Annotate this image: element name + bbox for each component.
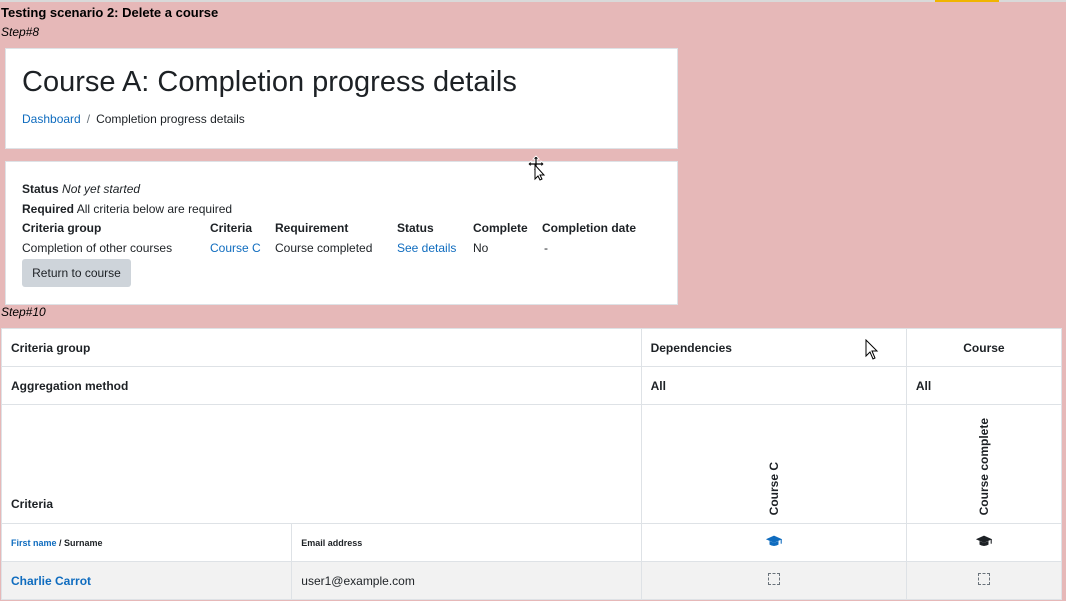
surname-sort-link[interactable]: Surname xyxy=(64,538,103,548)
return-to-course-button[interactable]: Return to course xyxy=(22,259,131,287)
cell-completion-date: - xyxy=(544,241,548,255)
required-line: Required All criteria below are required xyxy=(22,202,232,216)
col-requirement: Requirement xyxy=(275,221,349,235)
pointer-cursor-icon xyxy=(865,339,879,360)
course-c-link[interactable]: Course C xyxy=(210,241,261,255)
criteria-group-heading: Criteria group xyxy=(1,328,642,367)
criteria-heading: Criteria xyxy=(1,404,642,524)
aggregation-heading: Aggregation method xyxy=(1,366,642,405)
first-name-sort-link[interactable]: First name xyxy=(11,538,57,548)
col-criteria-group: Criteria group xyxy=(22,221,102,235)
course-heading: Course xyxy=(905,328,1063,367)
step-10-label: Step#10 xyxy=(1,305,46,319)
criteria-group-row: Criteria group Dependencies Course xyxy=(1,328,1063,367)
criteria-course-complete-cell: Course complete xyxy=(905,404,1063,524)
criteria-course-c: Course C xyxy=(766,461,781,515)
course-complete-icon-cell xyxy=(905,523,1063,562)
col-status: Status xyxy=(397,221,434,235)
user-email-cell: user1@example.com xyxy=(291,561,642,600)
graduation-cap-icon[interactable] xyxy=(765,534,783,548)
checkbox-icon xyxy=(767,573,780,585)
cell-requirement: Course completed xyxy=(275,241,373,255)
user-name-cell: Charlie Carrot xyxy=(0,561,293,600)
col-criteria: Criteria xyxy=(210,221,253,235)
aggregation-course: All xyxy=(905,366,1063,405)
course-c-status-cell xyxy=(640,561,907,600)
status-value: Not yet started xyxy=(62,182,141,196)
col-completion-date: Completion date xyxy=(542,221,637,235)
table-row: Charlie Carrot user1@example.com xyxy=(0,561,1063,600)
move-cursor-icon xyxy=(527,155,546,181)
cell-complete: No xyxy=(473,241,489,255)
breadcrumb-current: Completion progress details xyxy=(96,112,245,126)
completion-report-table: Criteria group Dependencies Course Aggre… xyxy=(0,328,1063,600)
page-title: Course A: Completion progress details xyxy=(22,66,517,98)
required-label: Required xyxy=(22,202,75,216)
user-name-link[interactable]: Charlie Carrot xyxy=(11,574,91,588)
required-value: All criteria below are required xyxy=(76,202,233,216)
user-header-row: First name / Surname Email address xyxy=(0,523,1063,562)
breadcrumb-dashboard-link[interactable]: Dashboard xyxy=(22,112,81,126)
doc-title: Testing scenario 2: Delete a course xyxy=(1,5,219,20)
completion-details-card: Status Not yet started Required All crit… xyxy=(5,161,678,305)
course-complete-status-cell xyxy=(905,561,1063,600)
top-strip xyxy=(0,0,1066,2)
aggregation-row: Aggregation method All All xyxy=(1,366,1063,405)
email-header: Email address xyxy=(291,523,642,562)
checkbox-icon xyxy=(977,573,990,585)
step-8-label: Step#8 xyxy=(1,25,40,39)
breadcrumb-separator: / xyxy=(86,112,91,126)
status-label: Status xyxy=(22,182,59,196)
top-strip-marker xyxy=(935,0,999,2)
breadcrumb: Dashboard / Completion progress details xyxy=(22,112,245,126)
col-complete: Complete xyxy=(473,221,528,235)
criteria-course-c-cell: Course C xyxy=(640,404,907,524)
graduation-cap-icon xyxy=(975,535,993,546)
name-separator: / xyxy=(56,537,65,548)
course-c-icon-cell xyxy=(640,523,907,562)
aggregation-dependencies: All xyxy=(640,366,907,405)
cell-criteria-group: Completion of other courses xyxy=(22,241,173,255)
status-line: Status Not yet started xyxy=(22,182,140,196)
criteria-course-complete: Course complete xyxy=(976,417,991,515)
page-header-card: Course A: Completion progress details Da… xyxy=(5,48,678,149)
criteria-row: Criteria Course C Course complete xyxy=(1,404,1063,524)
see-details-link[interactable]: See details xyxy=(397,241,456,255)
name-sort-header: First name / Surname xyxy=(0,523,293,562)
